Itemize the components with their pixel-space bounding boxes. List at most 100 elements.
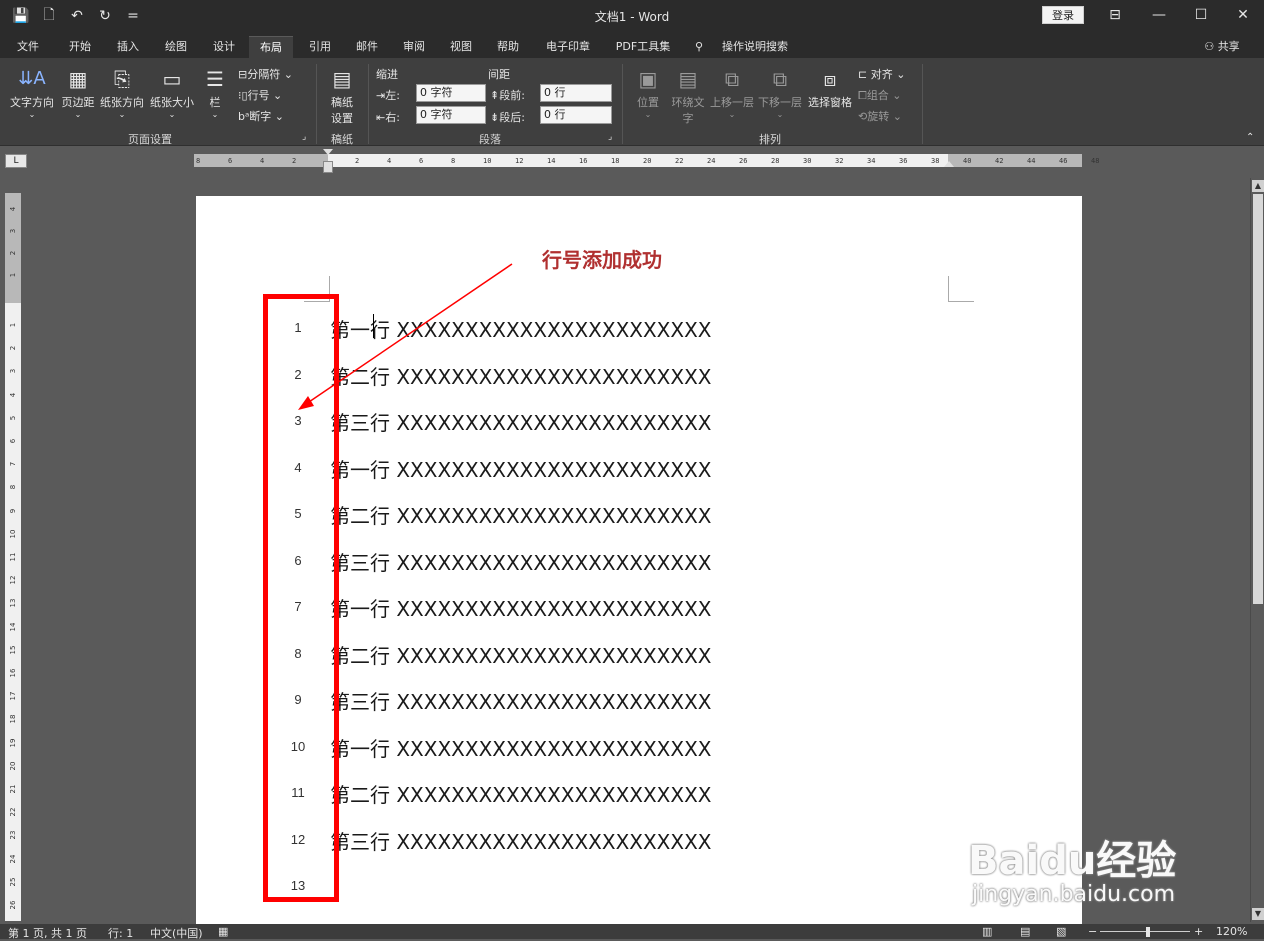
collapse-ribbon-icon[interactable]: ⌃ (1246, 132, 1254, 143)
ruler-tick-label: 10 (9, 529, 17, 539)
send-backward-label: 下移一层 (758, 96, 802, 109)
redo-icon[interactable]: ↻ (94, 6, 116, 26)
tab-e-seal[interactable]: 电子印章 (538, 36, 598, 58)
zoom-slider[interactable] (1100, 931, 1190, 932)
tab-home[interactable]: 开始 (58, 36, 102, 58)
read-mode-icon[interactable]: ▥ (982, 925, 992, 938)
indent-marker-icon[interactable] (323, 149, 333, 155)
spacing-before-input[interactable]: 0 行 (540, 84, 612, 102)
ruler-tick-label: 26 (739, 157, 748, 165)
zoom-slider-thumb[interactable] (1146, 927, 1150, 937)
vertical-scrollbar[interactable]: ▲ ▼ (1250, 178, 1264, 922)
scroll-up-icon[interactable]: ▲ (1252, 180, 1264, 192)
tab-draw[interactable]: 绘图 (154, 36, 198, 58)
zoom-out-icon[interactable]: − (1088, 925, 1097, 938)
lightbulb-icon: ⚲ (694, 40, 704, 53)
zoom-level[interactable]: 120% (1216, 925, 1247, 938)
ruler-tick-label: 4 (387, 157, 392, 165)
size-button[interactable]: ▭ 纸张大小 ⌄ (148, 64, 196, 126)
ruler-tick-label: 36 (899, 157, 908, 165)
share-button[interactable]: ⚇ 共享 (1196, 36, 1248, 58)
draft-paper-button[interactable]: ▤ 稿纸 设置 (322, 64, 362, 126)
position-button[interactable]: ▣ 位置 ⌄ (630, 64, 666, 126)
ribbon-tabs: 文件 开始 插入 绘图 设计 布局 引用 邮件 审阅 视图 帮助 电子印章 PD… (0, 32, 1264, 58)
print-layout-icon[interactable]: ▤ (1020, 925, 1030, 938)
tab-selector-button[interactable]: L (5, 154, 27, 168)
selection-pane-button[interactable]: ⧈ 选择窗格 (806, 64, 854, 126)
tab-file[interactable]: 文件 (8, 36, 48, 58)
ruler-tick-label: 26 (9, 900, 17, 910)
align-button[interactable]: ⊏ 对齐 ⌄ (858, 66, 905, 82)
group-icon: ⧠ (858, 89, 867, 102)
tell-me-search[interactable]: 操作说明搜索 (714, 36, 796, 58)
group-separator (368, 64, 369, 144)
ruler-tick-label: 3 (9, 228, 17, 234)
hyphenation-label: 断字 (249, 110, 272, 123)
customize-qat-icon[interactable]: = (122, 6, 144, 26)
undo-icon[interactable]: ↶ (66, 6, 88, 26)
rotate-button[interactable]: ⟲旋转 ⌄ (858, 108, 902, 124)
tab-references[interactable]: 引用 (298, 36, 342, 58)
ruler-tick-label: 8 (196, 157, 201, 165)
tab-insert[interactable]: 插入 (106, 36, 150, 58)
tab-view[interactable]: 视图 (439, 36, 483, 58)
scroll-down-icon[interactable]: ▼ (1252, 908, 1264, 920)
print-preview-icon[interactable]: 🗋 (38, 6, 60, 26)
wrap-text-label-2: 字 (682, 112, 694, 125)
tab-design[interactable]: 设计 (202, 36, 246, 58)
scrollbar-thumb[interactable] (1253, 194, 1263, 604)
hanging-indent-marker-icon[interactable] (323, 161, 333, 173)
zoom-in-icon[interactable]: + (1194, 925, 1203, 938)
text-direction-label: 文字方向 (10, 96, 54, 109)
draft-group-label: 稿纸 (331, 133, 353, 146)
ruler-tick-label: 5 (9, 415, 17, 421)
margins-icon: ▦ (68, 67, 88, 91)
ruler-tick-label: 44 (1027, 157, 1036, 165)
baidu-watermark: Baidu经验 jingyan.baidu.com (968, 804, 1198, 914)
login-button[interactable]: 登录 (1042, 6, 1084, 24)
columns-button[interactable]: ☰ 栏 ⌄ (200, 64, 230, 126)
group-separator (622, 64, 623, 144)
web-layout-icon[interactable]: ▧ (1056, 925, 1066, 938)
vertical-ruler[interactable]: 4 3 2 1 1 2 3 4 5 6 7 8 9 10 11 12 13 14 15 16 17 18 19 20 21 22 2… (5, 193, 21, 921)
ruler-tick-label: 2 (9, 250, 17, 256)
ribbon-display-options-icon[interactable]: ⊟ (1092, 0, 1138, 30)
right-indent-marker-icon[interactable] (944, 161, 954, 167)
breaks-label: 分隔符 (247, 68, 281, 81)
tab-layout[interactable]: 布局 (249, 36, 293, 58)
document-page[interactable]: 1 第一行 XXXXXXXXXXXXXXXXXXXXXXX 2 第二行 XXXXXXX… (196, 196, 1082, 924)
close-icon[interactable]: ✕ (1220, 0, 1264, 30)
ruler-tick-label: 15 (9, 645, 17, 655)
minimize-icon[interactable]: — (1136, 0, 1182, 30)
ruler-tick-label: 18 (9, 714, 17, 724)
text-direction-button[interactable]: ⇊A 文字方向 ⌄ (10, 64, 54, 126)
maximize-icon[interactable]: ☐ (1178, 0, 1224, 30)
ruler-tick-label: 4 (9, 206, 17, 212)
send-backward-button[interactable]: ⧉ 下移一层 ⌄ (756, 64, 804, 126)
ruler-tick-label: 22 (9, 807, 17, 817)
paragraph-dialog-launcher-icon[interactable]: ⌟ (608, 132, 612, 142)
wrap-text-button[interactable]: ▤ 环绕文 字 (668, 64, 708, 126)
margins-button[interactable]: ▦ 页边距 ⌄ (58, 64, 98, 126)
spacing-title: 间距 (488, 68, 510, 81)
ruler-tick-label: 13 (9, 598, 17, 608)
tab-help[interactable]: 帮助 (486, 36, 530, 58)
tab-pdf-tools[interactable]: PDF工具集 (608, 36, 678, 58)
page-setup-dialog-launcher-icon[interactable]: ⌟ (302, 132, 306, 142)
group-button[interactable]: ⧠组合 ⌄ (858, 87, 902, 103)
spacing-after-input[interactable]: 0 行 (540, 106, 612, 124)
columns-icon: ☰ (206, 67, 224, 91)
tab-mailings[interactable]: 邮件 (345, 36, 389, 58)
indent-left-input[interactable]: 0 字符 (416, 84, 486, 102)
macro-record-icon[interactable]: ▦ (218, 925, 228, 938)
hyphenation-button[interactable]: bᵃ断字 ⌄ (238, 108, 284, 124)
line-numbers-button[interactable]: ⁝▯行号 ⌄ (238, 87, 282, 103)
tab-review[interactable]: 审阅 (392, 36, 436, 58)
indent-right-input[interactable]: 0 字符 (416, 106, 486, 124)
ruler-tick-label: 20 (643, 157, 652, 165)
save-icon[interactable]: 💾 (10, 6, 32, 26)
align-icon: ⊏ (858, 68, 868, 81)
breaks-button[interactable]: ⊟分隔符 ⌄ (238, 66, 293, 82)
bring-forward-button[interactable]: ⧉ 上移一层 ⌄ (708, 64, 756, 126)
orientation-button[interactable]: ⎘ 纸张方向 ⌄ (98, 64, 146, 126)
